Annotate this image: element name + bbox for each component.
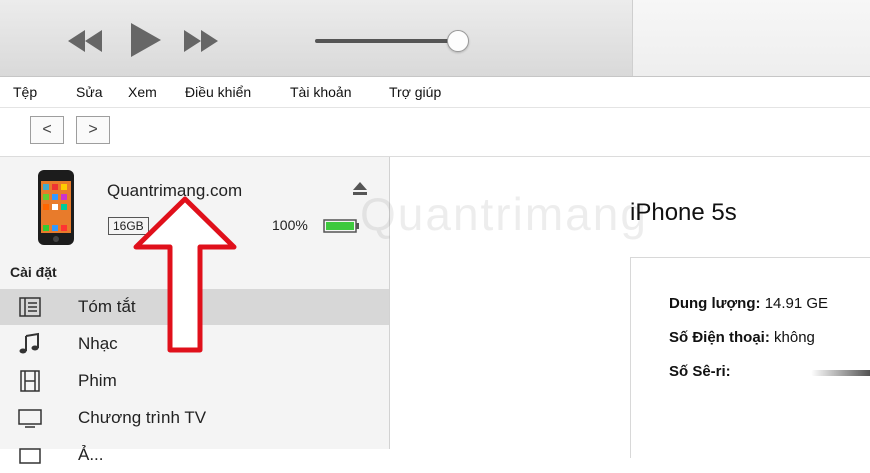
rewind-icon[interactable] [68,30,102,52]
settings-section-header: Cài đặt [10,264,57,280]
sidebar: Quantrimang.com 16GB 100% Cài đặt Tóm tắ… [0,157,390,464]
main-content: Quantrimang iPhone 5s Dung lượng: 14.91 … [360,157,870,458]
info-key: Số Sê-ri: [669,363,731,380]
info-row-capacity: Dung lượng: 14.91 GE [669,295,828,312]
sidebar-item-photos[interactable]: Ả... [0,437,389,473]
battery-icon [323,219,359,233]
sidebar-item-label: Nhạc [78,334,118,353]
music-note-icon [19,332,39,354]
menu-edit[interactable]: Sửa [76,84,103,100]
sidebar-item-label: Tóm tắt [78,297,136,316]
menu-controls[interactable]: Điều khiển [185,84,251,100]
navigation-bar: < > [0,108,870,157]
watermark: Quantrimang [360,188,648,240]
sidebar-item-label: Phim [78,371,117,390]
chevron-right-icon: > [88,121,98,138]
forward-button[interactable]: > [76,116,110,144]
fast-forward-icon[interactable] [184,30,218,52]
info-row-serial: Số Sê-ri: [669,363,731,380]
sidebar-item-label: Chương trình TV [78,408,207,427]
status-display [632,0,870,76]
menu-help[interactable]: Trợ giúp [389,84,441,100]
volume-slider[interactable] [315,30,469,52]
back-button[interactable]: < [30,116,64,144]
battery-percent: 100% [272,217,308,233]
volume-track [315,39,465,43]
film-icon [20,370,40,392]
iphone-icon [38,170,74,245]
info-panel: Dung lượng: 14.91 GE Số Điện thoại: khôn… [630,257,870,458]
sidebar-item-movies[interactable]: Phim [0,363,389,399]
info-row-phone: Số Điện thoại: không [669,329,815,346]
menu-bar: Tệp Sửa Xem Điều khiển Tài khoản Trợ giú… [0,77,870,108]
menu-view[interactable]: Xem [128,84,157,100]
info-key: Số Điện thoại: [669,329,770,346]
player-toolbar [0,0,870,77]
list-icon [19,297,41,317]
volume-knob[interactable] [447,30,469,52]
photo-icon [19,448,41,464]
tv-icon [18,409,42,428]
device-title: iPhone 5s [630,199,737,226]
sidebar-item-label: Ả... [78,445,104,464]
info-key: Dung lượng: [669,295,761,312]
chevron-left-icon: < [42,121,52,138]
info-value: 14.91 GE [764,295,829,312]
info-value: không [774,329,815,346]
menu-file[interactable]: Tệp [13,84,37,100]
menu-account[interactable]: Tài khoản [290,84,351,100]
play-icon[interactable] [131,23,161,57]
sidebar-item-tv-shows[interactable]: Chương trình TV [0,400,389,436]
redacted-serial [811,370,870,376]
red-arrow-annotation [133,196,237,353]
